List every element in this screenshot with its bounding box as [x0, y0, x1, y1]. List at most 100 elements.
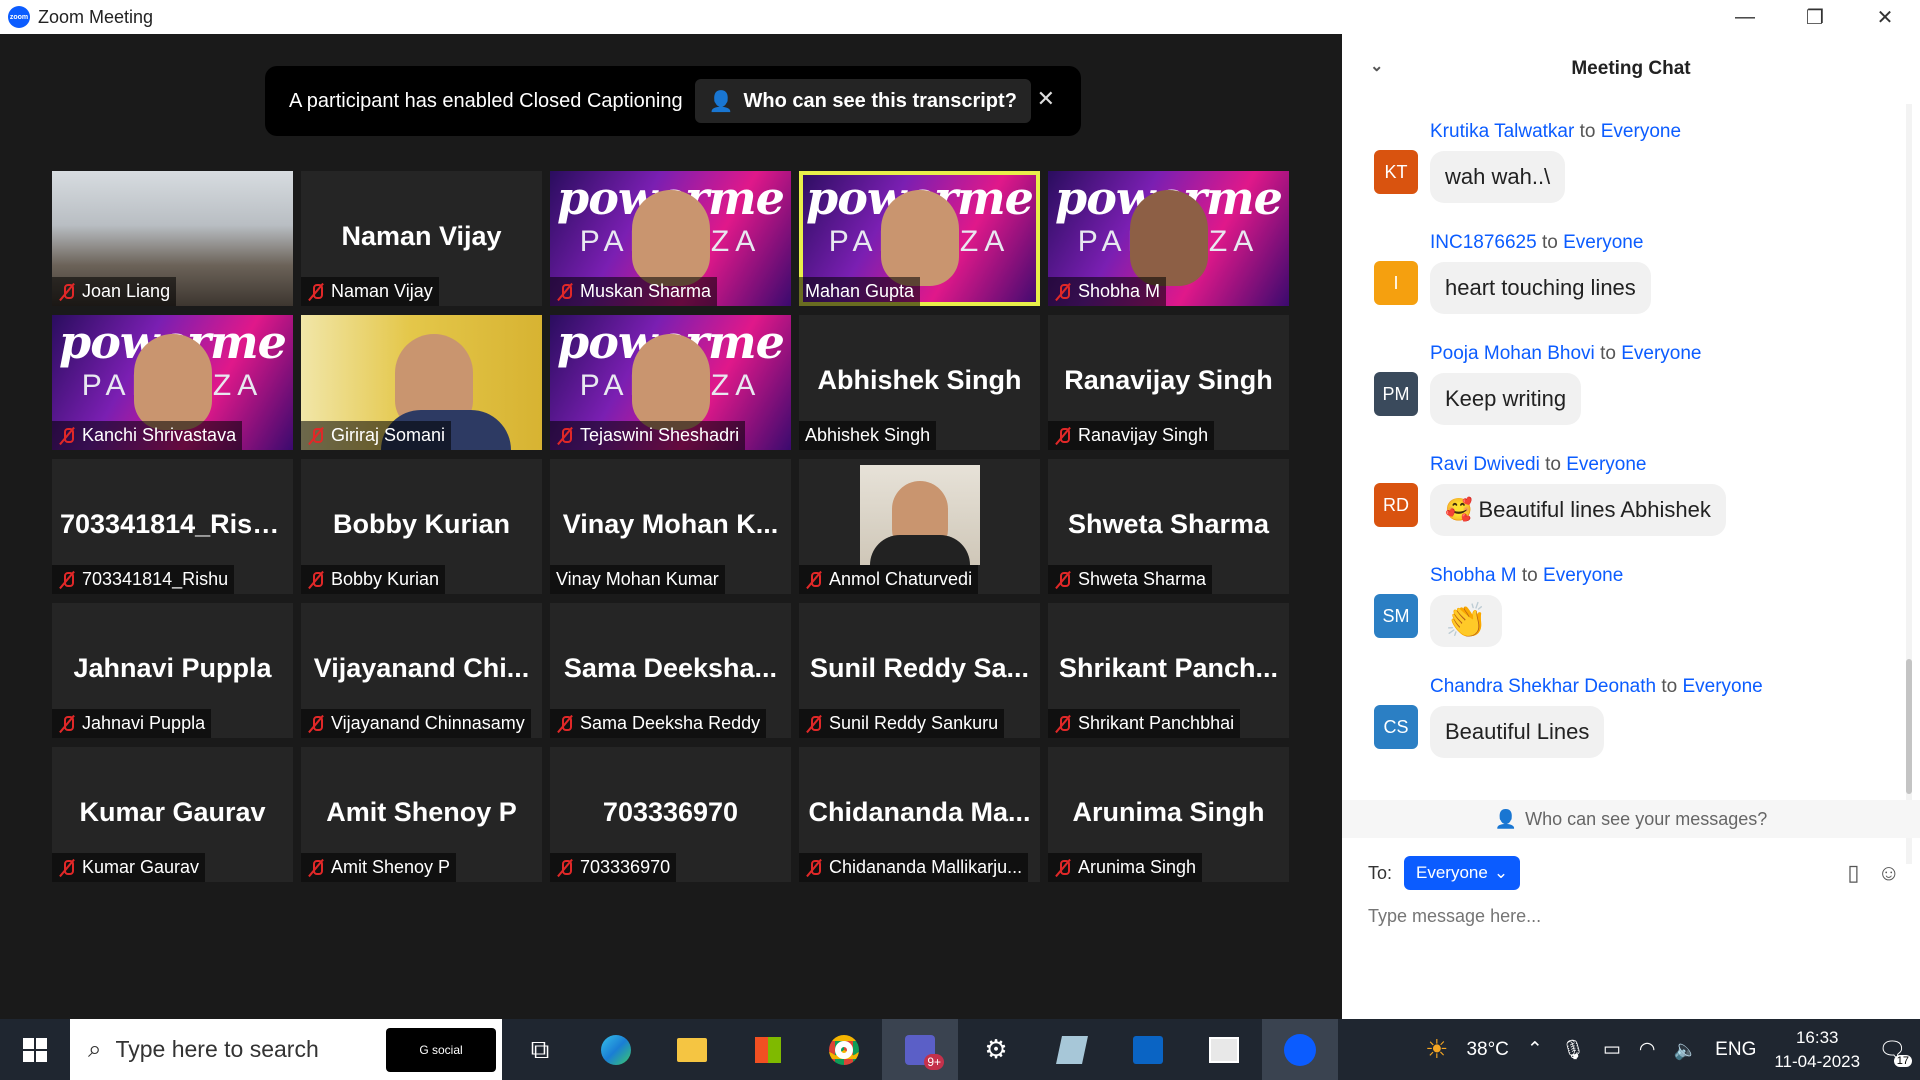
battery-icon[interactable]: ▭ [1603, 1038, 1621, 1061]
participant-tile[interactable]: Naman Vijay Naman Vijay [301, 171, 542, 306]
mic-muted-icon [307, 427, 325, 445]
taskbar-search[interactable]: ⌕ Type here to search G social [70, 1019, 502, 1080]
chevron-up-icon[interactable]: ⌃ [1527, 1038, 1543, 1061]
zoom-taskbar-icon[interactable] [1262, 1019, 1338, 1080]
participant-tile[interactable]: Joan Liang [52, 171, 293, 306]
scroll-thumb[interactable] [1906, 659, 1912, 794]
participant-tile[interactable]: Chidananda Ma... Chidananda Mallikarju... [799, 747, 1040, 882]
sender-name[interactable]: Chandra Shekhar Deonath [1430, 676, 1656, 697]
recipient-name[interactable]: Everyone [1563, 232, 1643, 253]
participant-tile[interactable]: Shrikant Panch... Shrikant Panchbhai [1048, 603, 1289, 738]
participant-name-label: Muskan Sharma [550, 277, 718, 306]
edge-icon[interactable] [578, 1019, 654, 1080]
store-icon[interactable] [730, 1019, 806, 1080]
notes-icon[interactable] [1034, 1019, 1110, 1080]
weather-icon[interactable]: ☀ [1425, 1034, 1448, 1065]
mic-muted-icon [58, 571, 76, 589]
emoji-icon[interactable]: ☺ [1878, 860, 1900, 886]
participant-name-label: Joan Liang [52, 277, 177, 306]
volume-icon[interactable]: 🔈 [1674, 1038, 1698, 1062]
participant-display-name: 703341814_Rishu [60, 509, 286, 539]
chat-message[interactable]: CS Chandra Shekhar Deonath to Everyone Bea… [1342, 674, 1902, 785]
restore-icon[interactable]: ❐ [1780, 0, 1850, 34]
participant-tile[interactable]: Abhishek Singh Abhishek Singh [799, 315, 1040, 450]
close-banner-icon[interactable]: ✕ [1037, 86, 1055, 112]
clock[interactable]: 16:33 11-04-2023 [1774, 1026, 1860, 1074]
mic-muted-icon [805, 571, 823, 589]
clock-date: 11-04-2023 [1774, 1051, 1861, 1071]
participant-name-label: Bobby Kurian [301, 565, 446, 594]
search-highlight-badge[interactable]: G social [386, 1028, 496, 1072]
task-view-icon[interactable]: ⧉ [502, 1019, 578, 1080]
participant-tile[interactable]: Shweta Sharma Shweta Sharma [1048, 459, 1289, 594]
language-indicator[interactable]: ENG [1715, 1039, 1756, 1061]
participant-display-name: Amit Shenoy P [326, 797, 517, 827]
mic-muted-icon [1054, 571, 1072, 589]
notifications-icon[interactable]: 🗨 17 [1878, 1037, 1912, 1067]
start-button[interactable] [0, 1019, 70, 1080]
who-can-see-messages[interactable]: 👤 Who can see your messages? [1342, 800, 1920, 838]
chat-message[interactable]: PM Pooja Mohan Bhovi to Everyone Keep writ… [1342, 341, 1902, 452]
participant-tile[interactable]: Anmol Chaturvedi [799, 459, 1040, 594]
mic-muted-icon [307, 283, 325, 301]
sender-name[interactable]: Krutika Talwatkar [1430, 121, 1574, 142]
message-input[interactable] [1368, 906, 1888, 927]
outlook-icon[interactable] [1110, 1019, 1186, 1080]
participant-tile[interactable]: Giriraj Somani [301, 315, 542, 450]
transcript-visibility-button[interactable]: 👤 Who can see this transcript? [694, 79, 1031, 123]
settings-icon[interactable]: ⚙ [958, 1019, 1034, 1080]
chevron-down-icon[interactable]: ⌄ [1370, 56, 1383, 76]
participant-tile[interactable]: Sama Deeksha... Sama Deeksha Reddy [550, 603, 791, 738]
participant-tile[interactable]: Kumar Gaurav Kumar Gaurav [52, 747, 293, 882]
participant-tile[interactable]: 703336970 703336970 [550, 747, 791, 882]
sender-name[interactable]: Pooja Mohan Bhovi [1430, 343, 1595, 364]
participant-tile[interactable]: Sunil Reddy Sa... Sunil Reddy Sankuru [799, 603, 1040, 738]
chat-message[interactable]: RD Ravi Dwivedi to Everyone 🥰 Beautiful li… [1342, 452, 1902, 563]
participant-tile[interactable]: Bobby Kurian Bobby Kurian [301, 459, 542, 594]
minimize-icon[interactable]: — [1710, 0, 1780, 34]
sender-name[interactable]: INC1876625 [1430, 232, 1537, 253]
participant-name: Vinay Mohan Kumar [556, 569, 719, 589]
participant-tile[interactable]: Vijayanand Chi... Vijayanand Chinnasamy [301, 603, 542, 738]
file-icon[interactable]: ▯ [1847, 860, 1859, 886]
teams-icon[interactable]: 9+ [882, 1019, 958, 1080]
participant-name: Sunil Reddy Sankuru [829, 713, 999, 733]
chat-message[interactable]: SM Shobha M to Everyone 👏 [1342, 563, 1902, 674]
chat-message[interactable]: KT Krutika Talwatkar to Everyone wah wah..… [1342, 119, 1902, 230]
chat-message[interactable]: I INC1876625 to Everyone heart touching li… [1342, 230, 1902, 341]
message-text: Beautiful Lines [1445, 719, 1590, 744]
participant-tile[interactable]: Arunima Singh Arunima Singh [1048, 747, 1289, 882]
close-icon[interactable]: ✕ [1850, 0, 1920, 34]
participant-tile[interactable]: Jahnavi Puppla Jahnavi Puppla [52, 603, 293, 738]
weather-temp[interactable]: 38°C [1466, 1039, 1508, 1061]
chrome-icon[interactable] [806, 1019, 882, 1080]
recipient-name[interactable]: Everyone [1601, 121, 1681, 142]
participant-tile[interactable]: powermePALOOZAMuskan Sharma [550, 171, 791, 306]
chat-header: ⌄ Meeting Chat [1342, 34, 1920, 104]
photos-icon[interactable] [1186, 1019, 1262, 1080]
file-explorer-icon[interactable] [654, 1019, 730, 1080]
participant-tile[interactable]: Amit Shenoy P Amit Shenoy P [301, 747, 542, 882]
wifi-icon[interactable]: ◠ [1639, 1038, 1656, 1061]
microphone-icon[interactable]: 🎙 [1561, 1038, 1585, 1062]
participant-tile[interactable]: Ranavijay Singh Ranavijay Singh [1048, 315, 1289, 450]
recipient-dropdown[interactable]: Everyone ⌄ [1404, 856, 1521, 890]
participant-tile[interactable]: powermePALOOZATejaswini Sheshadri [550, 315, 791, 450]
participant-tile[interactable]: powermePALOOZAShobha M [1048, 171, 1289, 306]
recipient-name[interactable]: Everyone [1621, 343, 1701, 364]
recipient-name[interactable]: Everyone [1682, 676, 1762, 697]
recipient-name[interactable]: Everyone [1543, 565, 1623, 586]
participant-tile[interactable]: 703341814_Rishu 703341814_Rishu [52, 459, 293, 594]
chat-panel: ⌄ Meeting Chat KT Krutika Talwatkar to Ev… [1342, 34, 1920, 1019]
sender-name[interactable]: Shobha M [1430, 565, 1517, 586]
participant-tile[interactable]: Vinay Mohan K... Vinay Mohan Kumar [550, 459, 791, 594]
recipient-name[interactable]: Everyone [1566, 454, 1646, 475]
chat-scrollbar[interactable] [1906, 104, 1912, 864]
participant-tile[interactable]: powermePALOOZAMahan Gupta [799, 171, 1040, 306]
sender-name[interactable]: Ravi Dwivedi [1430, 454, 1540, 475]
message-text: wah wah..\ [1445, 164, 1551, 189]
participant-name-label: Jahnavi Puppla [52, 709, 212, 738]
participant-display-name: Vijayanand Chi... [313, 653, 530, 683]
participant-display-name: Arunima Singh [1072, 797, 1265, 827]
participant-tile[interactable]: powermePALOOZAKanchi Shrivastava [52, 315, 293, 450]
